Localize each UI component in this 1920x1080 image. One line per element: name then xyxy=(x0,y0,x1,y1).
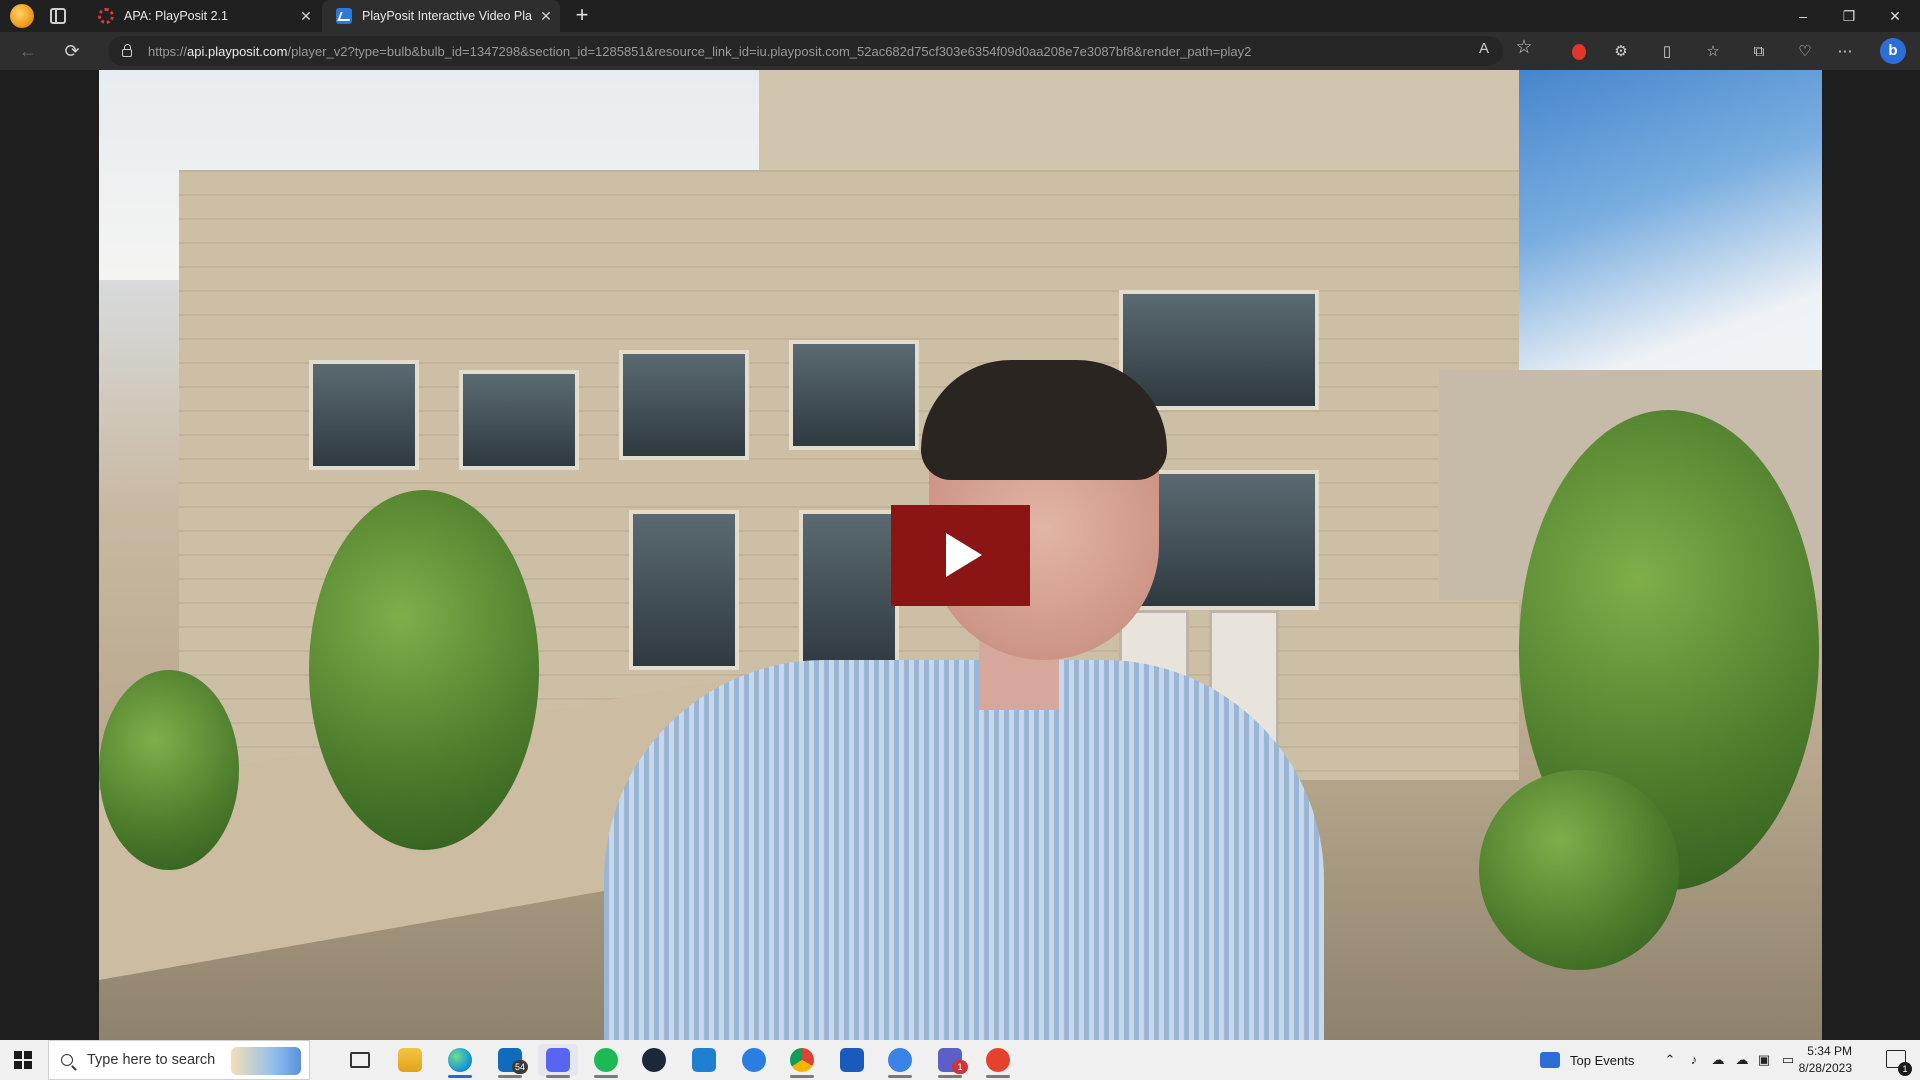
show-hidden-icons-icon[interactable]: ⌃ xyxy=(1662,1052,1678,1068)
video-frame-window xyxy=(629,510,739,670)
favorite-star-icon[interactable]: ☆ xyxy=(1514,38,1534,58)
vscode-icon xyxy=(692,1048,716,1072)
video-frame-window xyxy=(799,510,899,670)
windows-taskbar: Type here to search 54 1 Top Events ⌃ ♪ … xyxy=(0,1040,1920,1080)
tab-apa-playposit[interactable]: APA: PlayPosit 2.1 ✕ xyxy=(84,0,320,32)
volume-icon[interactable]: ♪ xyxy=(1686,1052,1702,1068)
video-frame-window xyxy=(619,350,749,460)
word-icon xyxy=(840,1048,864,1072)
read-aloud-icon[interactable]: A xyxy=(1474,39,1494,59)
video-frame-tree xyxy=(309,490,539,850)
address-bar[interactable]: https://api.playposit.com/player_v2?type… xyxy=(108,36,1503,66)
chrome-icon xyxy=(790,1048,814,1072)
ea-icon xyxy=(986,1048,1010,1072)
news-widget-icon xyxy=(1540,1052,1560,1068)
widgets-button[interactable]: Top Events xyxy=(1540,1040,1634,1080)
mail-badge: 54 xyxy=(512,1060,528,1074)
taskbar-app-edge[interactable] xyxy=(440,1044,480,1078)
performance-icon[interactable]: ♡ xyxy=(1794,41,1816,63)
video-frame-presenter-hair xyxy=(921,360,1167,480)
edge-icon xyxy=(448,1048,472,1072)
collections-icon[interactable]: ⧉ xyxy=(1748,41,1770,63)
split-screen-icon[interactable]: ▯ xyxy=(1656,41,1678,63)
video-frame-presenter-shirt xyxy=(604,660,1324,1040)
restore-button[interactable]: ❐ xyxy=(1826,0,1872,32)
search-icon xyxy=(61,1054,73,1066)
taskbar-app-word[interactable] xyxy=(832,1044,872,1076)
cloud-sync-icon[interactable]: ☁ xyxy=(1734,1052,1750,1068)
widgets-label: Top Events xyxy=(1570,1052,1635,1068)
bluestacks-icon xyxy=(742,1048,766,1072)
onedrive-icon[interactable]: ☁ xyxy=(1710,1052,1726,1068)
video-frame-window xyxy=(459,370,579,470)
lock-icon[interactable] xyxy=(122,44,132,57)
page-content xyxy=(0,70,1920,1040)
steam-icon xyxy=(642,1048,666,1072)
taskbar-app-bluestacks[interactable] xyxy=(734,1044,774,1076)
taskbar-app-file-explorer[interactable] xyxy=(390,1044,430,1076)
url-host: api.playposit.com xyxy=(187,43,288,59)
windows-logo-icon xyxy=(14,1051,32,1069)
taskbar-search-box[interactable]: Type here to search xyxy=(48,1040,310,1080)
tab-title: PlayPosit Interactive Video Player xyxy=(362,9,532,23)
discord-icon xyxy=(546,1048,570,1072)
taskbar-app-mail[interactable]: 54 xyxy=(490,1044,530,1078)
video-frame-window xyxy=(789,340,919,450)
play-button[interactable] xyxy=(891,505,1030,606)
more-icon[interactable]: ⋯ xyxy=(1834,41,1856,63)
taskbar-app-chrome[interactable] xyxy=(782,1044,822,1078)
url-scheme: https:// xyxy=(148,43,188,59)
video-player[interactable] xyxy=(99,70,1822,1040)
notification-badge: 1 xyxy=(1898,1062,1912,1076)
video-frame-shrub xyxy=(1479,770,1679,970)
search-placeholder: Type here to search xyxy=(87,1052,216,1068)
play-icon xyxy=(946,533,982,577)
taskbar-app-teams[interactable]: 1 xyxy=(930,1044,970,1078)
task-view-button[interactable] xyxy=(340,1044,380,1076)
start-button[interactable] xyxy=(0,1040,46,1080)
tab-actions-icon[interactable] xyxy=(50,8,66,24)
favorites-icon[interactable]: ☆ xyxy=(1702,41,1724,63)
bing-icon[interactable]: b xyxy=(1880,38,1906,64)
taskbar-app-bluestacks-x[interactable] xyxy=(880,1044,920,1078)
video-frame-window xyxy=(309,360,419,470)
extension-red-icon[interactable] xyxy=(1568,41,1590,63)
bluestacks-x-icon xyxy=(888,1048,912,1072)
taskbar-app-vscode[interactable] xyxy=(684,1044,724,1076)
tab-title: APA: PlayPosit 2.1 xyxy=(124,9,228,23)
clock-time: 5:34 PM xyxy=(1807,1044,1852,1058)
new-tab-button[interactable]: + xyxy=(570,4,594,28)
search-highlight-icon[interactable] xyxy=(231,1047,301,1075)
task-view-icon xyxy=(350,1052,370,1068)
taskbar-app-spotify[interactable] xyxy=(586,1044,626,1078)
close-tab-icon[interactable]: ✕ xyxy=(292,8,320,25)
url-path: /player_v2?type=bulb&bulb_id=1347298&sec… xyxy=(287,43,1252,59)
close-window-button[interactable]: ✕ xyxy=(1872,0,1918,32)
tab-playposit-player[interactable]: PlayPosit Interactive Video Player ✕ xyxy=(322,0,560,32)
taskbar-app-ea[interactable] xyxy=(978,1044,1018,1078)
playposit-icon xyxy=(336,8,352,24)
close-tab-icon[interactable]: ✕ xyxy=(532,8,560,25)
url-text[interactable]: https://api.playposit.com/player_v2?type… xyxy=(148,44,1251,59)
spotify-icon xyxy=(594,1048,618,1072)
teams-badge: 1 xyxy=(952,1060,968,1074)
clock-date: 8/28/2023 xyxy=(1798,1061,1852,1075)
minimize-button[interactable]: – xyxy=(1780,0,1826,32)
extensions-icon[interactable]: ⚙ xyxy=(1610,41,1632,63)
taskbar-app-steam[interactable] xyxy=(634,1044,674,1076)
apa-loading-icon xyxy=(98,8,114,24)
taskbar-app-discord[interactable] xyxy=(538,1044,578,1078)
security-icon[interactable]: ▣ xyxy=(1756,1052,1772,1068)
browser-toolbar: ← ⟳ https://api.playposit.com/player_v2?… xyxy=(0,32,1920,70)
system-clock[interactable]: 5:34 PM 8/28/2023 xyxy=(1782,1043,1852,1077)
browser-tab-strip: APA: PlayPosit 2.1 ✕ PlayPosit Interacti… xyxy=(0,0,1920,32)
folder-icon xyxy=(398,1048,422,1072)
video-frame-tree xyxy=(99,670,239,870)
profile-avatar[interactable] xyxy=(10,4,34,28)
reload-button[interactable]: ⟳ xyxy=(58,39,86,63)
back-button[interactable]: ← xyxy=(14,39,42,63)
